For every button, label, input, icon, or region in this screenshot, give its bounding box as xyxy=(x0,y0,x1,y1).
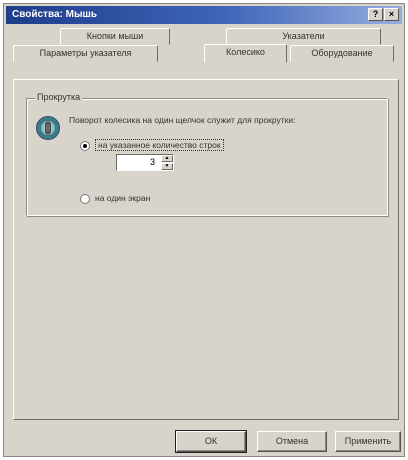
scrolling-groupbox: Прокрутка Поворот колесика на один щелчо… xyxy=(26,92,388,216)
tab-mouse-buttons[interactable]: Кнопки мыши xyxy=(60,28,170,45)
radio-lines-label[interactable]: на указанное количество строк xyxy=(95,139,224,151)
help-button[interactable]: ? xyxy=(368,8,383,21)
scroll-description: Поворот колесика на один щелчок служит д… xyxy=(69,115,296,125)
spinner-buttons: ▲ ▼ xyxy=(161,155,173,170)
lines-spinner-value: 3 xyxy=(149,157,155,167)
radio-lines[interactable] xyxy=(80,141,90,151)
tab-wheel[interactable]: Колесико xyxy=(204,44,287,63)
mouse-wheel-icon xyxy=(36,116,60,140)
spinner-down-button[interactable]: ▼ xyxy=(161,163,173,170)
close-button[interactable]: × xyxy=(384,8,399,21)
tab-pointers[interactable]: Указатели xyxy=(226,28,381,45)
mouse-properties-window: Свойства: Мышь ? × Кнопки мыши Указатели… xyxy=(3,3,405,457)
tab-hardware[interactable]: Оборудование xyxy=(290,45,394,62)
apply-button[interactable]: Применить xyxy=(335,431,401,452)
window-title: Свойства: Мышь xyxy=(12,9,97,20)
ok-button[interactable]: ОК xyxy=(175,430,247,453)
spinner-up-button[interactable]: ▲ xyxy=(161,155,173,162)
cancel-button[interactable]: Отмена xyxy=(257,431,327,452)
tab-pointer-options[interactable]: Параметры указателя xyxy=(13,45,158,62)
title-bar[interactable]: Свойства: Мышь ? × xyxy=(6,6,402,24)
lines-spinner-input[interactable]: 3 ▲ ▼ xyxy=(116,154,174,171)
wheel-tab-panel: Прокрутка Поворот колесика на один щелчо… xyxy=(13,79,399,420)
radio-page[interactable] xyxy=(80,194,90,204)
radio-page-label[interactable]: на один экран xyxy=(95,193,150,203)
scrolling-group-label: Прокрутка xyxy=(35,92,83,102)
